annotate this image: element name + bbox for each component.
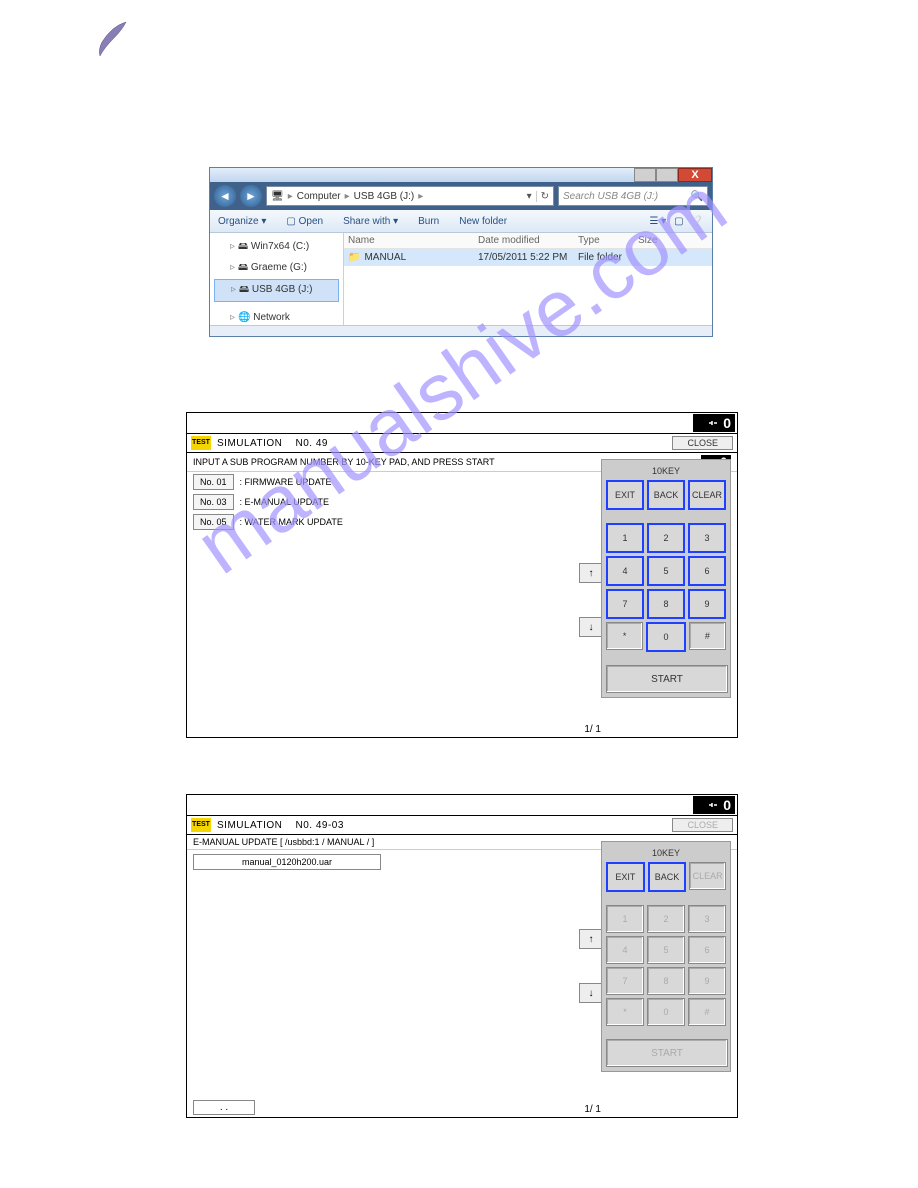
close-button[interactable]: CLOSE: [672, 818, 733, 832]
address-bar[interactable]: 🖥 ▸ Computer ▸ USB 4GB (J:) ▸ ▾ ↻: [266, 186, 554, 206]
key-4: 4: [606, 936, 644, 964]
col-size[interactable]: Size: [638, 235, 678, 246]
opt-01-button[interactable]: No. 01: [193, 474, 234, 490]
col-date[interactable]: Date modified: [478, 235, 578, 246]
simulation-panel-2: 0 TEST SIMULATION N0. 49-03 CLOSE E-MANU…: [186, 794, 738, 1118]
back-key[interactable]: BACK: [647, 480, 685, 510]
key-7: 7: [606, 967, 644, 995]
close-button[interactable]: X: [678, 168, 712, 182]
sim-instruction: INPUT A SUB PROGRAM NUMBER BY 10-KEY PAD…: [193, 457, 495, 467]
search-input[interactable]: Search USB 4GB (J:) 🔍: [558, 186, 708, 206]
key-1[interactable]: 1: [606, 523, 644, 553]
exit-key[interactable]: EXIT: [606, 480, 644, 510]
scroll-up-button[interactable]: ↑: [579, 929, 603, 949]
start-key[interactable]: START: [606, 665, 728, 693]
back-key[interactable]: BACK: [648, 862, 687, 892]
key-6[interactable]: 6: [688, 556, 726, 586]
opt-05-button[interactable]: No. 05: [193, 514, 234, 530]
scroll-up-button[interactable]: ↑: [579, 563, 603, 583]
key-hash: #: [688, 998, 726, 1026]
nav-forward-button[interactable]: ►: [240, 185, 262, 207]
opt-03-label: : E-MANUAL UPDATE: [240, 497, 330, 507]
tree-item-network[interactable]: ▹🌐 Network: [214, 310, 339, 325]
sim-path: E-MANUAL UPDATE [ /usbbd:1 / MANUAL / ]: [193, 837, 374, 847]
keypad: 10KEY EXIT BACK CLEAR 1 2 3 4 5 6: [601, 841, 731, 1072]
sim-title: SIMULATION N0. 49: [217, 438, 328, 449]
burn-button[interactable]: Burn: [418, 216, 439, 227]
key-8: 8: [647, 967, 685, 995]
keypad: 10KEY EXIT BACK CLEAR 1 2 3 4 5 6: [601, 459, 731, 698]
key-0[interactable]: 0: [646, 622, 685, 652]
opt-03-button[interactable]: No. 03: [193, 494, 234, 510]
test-badge: TEST: [191, 436, 211, 450]
clear-key: CLEAR: [689, 862, 726, 890]
computer-icon: 🖥: [271, 191, 284, 202]
col-name[interactable]: Name: [348, 235, 478, 246]
test-badge: TEST: [191, 818, 211, 832]
clear-key[interactable]: CLEAR: [688, 480, 726, 510]
key-6: 6: [688, 936, 726, 964]
key-3: 3: [688, 905, 726, 933]
key-5: 5: [647, 936, 685, 964]
page-indicator: 1/ 1: [584, 1104, 601, 1115]
folder-icon: 📁: [348, 252, 360, 263]
key-hash[interactable]: #: [689, 622, 726, 650]
preview-button[interactable]: ▢: [674, 216, 683, 227]
exit-key[interactable]: EXIT: [606, 862, 645, 892]
key-9[interactable]: 9: [688, 589, 726, 619]
key-2: 2: [647, 905, 685, 933]
folder-tree: ▹🖴 Win7x64 (C:) ▹🖴 Graeme (G:) ▹🖴 USB 4G…: [210, 233, 344, 325]
key-3[interactable]: 3: [688, 523, 726, 553]
breadcrumb-drive[interactable]: USB 4GB (J:): [354, 191, 415, 202]
start-key: START: [606, 1039, 728, 1067]
key-1: 1: [606, 905, 644, 933]
minimize-button[interactable]: [634, 168, 656, 182]
sim-title: SIMULATION N0. 49-03: [217, 820, 344, 831]
key-8[interactable]: 8: [647, 589, 685, 619]
keypad-title: 10KEY: [606, 846, 726, 862]
opt-05-label: : WATER MARK UPDATE: [240, 517, 343, 527]
breadcrumb-root[interactable]: Computer: [297, 191, 341, 202]
key-4[interactable]: 4: [606, 556, 644, 586]
feather-logo: [92, 18, 132, 58]
col-type[interactable]: Type: [578, 235, 638, 246]
simulation-panel-1: 0 TEST SIMULATION N0. 49 CLOSE INPUT A S…: [186, 412, 738, 738]
file-list: Name Date modified Type Size 📁MANUAL 17/…: [344, 233, 712, 325]
key-0: 0: [647, 998, 685, 1026]
nav-back-button[interactable]: ◄: [214, 185, 236, 207]
close-button[interactable]: CLOSE: [672, 436, 733, 450]
view-menu[interactable]: ☰ ▾: [649, 216, 666, 227]
search-icon: 🔍: [691, 191, 703, 202]
tree-item-g[interactable]: ▹🖴 Graeme (G:): [214, 258, 339, 279]
help-button[interactable]: ❔: [692, 216, 704, 227]
key-2[interactable]: 2: [647, 523, 685, 553]
file-item[interactable]: manual_0120h200.uar: [193, 854, 381, 870]
key-5[interactable]: 5: [647, 556, 685, 586]
key-star[interactable]: *: [606, 622, 643, 650]
tree-item-j[interactable]: ▹🖴 USB 4GB (J:): [214, 279, 339, 302]
status-counter: 0: [693, 414, 735, 432]
parent-dir-button[interactable]: . .: [193, 1100, 255, 1115]
newfolder-button[interactable]: New folder: [459, 216, 507, 227]
tree-item-c[interactable]: ▹🖴 Win7x64 (C:): [214, 237, 339, 258]
page-indicator: 1/ 1: [584, 724, 601, 735]
explorer-window: X ◄ ► 🖥 ▸ Computer ▸ USB 4GB (J:) ▸ ▾ ↻ …: [209, 167, 713, 337]
opt-01-label: : FIRMWARE UPDATE: [240, 477, 332, 487]
key-star: *: [606, 998, 644, 1026]
list-item[interactable]: 📁MANUAL 17/05/2011 5:22 PM File folder: [344, 249, 712, 266]
key-9: 9: [688, 967, 726, 995]
keypad-title: 10KEY: [606, 464, 726, 480]
maximize-button[interactable]: [656, 168, 678, 182]
organize-menu[interactable]: Organize ▾: [218, 216, 266, 227]
key-7[interactable]: 7: [606, 589, 644, 619]
scroll-down-button[interactable]: ↓: [579, 617, 603, 637]
share-menu[interactable]: Share with ▾: [343, 216, 398, 227]
scroll-down-button[interactable]: ↓: [579, 983, 603, 1003]
status-counter: 0: [693, 796, 735, 814]
open-button[interactable]: ▢ Open: [286, 216, 323, 227]
